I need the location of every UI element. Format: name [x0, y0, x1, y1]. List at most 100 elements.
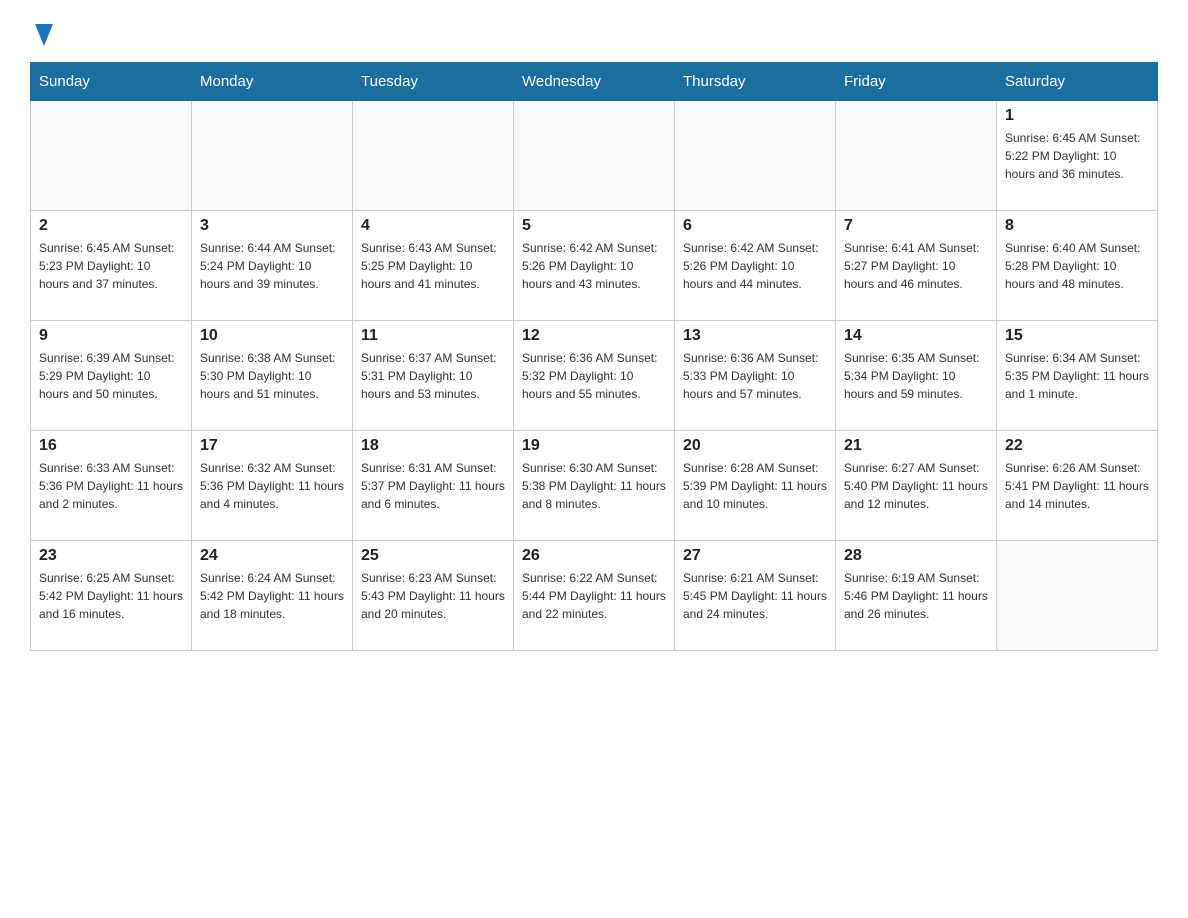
- day-info: Sunrise: 6:28 AM Sunset: 5:39 PM Dayligh…: [683, 459, 827, 513]
- day-number: 13: [683, 327, 827, 345]
- calendar-week-row: 23Sunrise: 6:25 AM Sunset: 5:42 PM Dayli…: [31, 541, 1158, 651]
- calendar-cell: 18 Sunrise: 6:31 AM Sunset: 5:37 PM Dayli…: [353, 431, 514, 541]
- day-header-tuesday: Tuesday: [353, 63, 514, 101]
- calendar-cell: [836, 101, 997, 211]
- day-number: 19: [522, 437, 666, 455]
- day-number: 24: [200, 547, 344, 565]
- calendar-cell: 23Sunrise: 6:25 AM Sunset: 5:42 PM Dayli…: [31, 541, 192, 651]
- day-number: 22: [1005, 437, 1149, 455]
- calendar-cell: 5Sunrise: 6:42 AM Sunset: 5:26 PM Daylig…: [514, 211, 675, 321]
- day-number: 26: [522, 547, 666, 565]
- day-header-wednesday: Wednesday: [514, 63, 675, 101]
- day-header-monday: Monday: [192, 63, 353, 101]
- calendar-week-row: 1 Sunrise: 6:45 AM Sunset: 5:22 PM Daylig…: [31, 101, 1158, 211]
- calendar-week-row: 2 Sunrise: 6:45 AM Sunset: 5:23 PM Daylig…: [31, 211, 1158, 321]
- day-number: 28: [844, 547, 988, 565]
- calendar-cell: 27Sunrise: 6:21 AM Sunset: 5:45 PM Dayli…: [675, 541, 836, 651]
- day-number: 14: [844, 327, 988, 345]
- day-number: 17: [200, 437, 344, 455]
- day-info: Sunrise: 6:26 AM Sunset: 5:41 PM Dayligh…: [1005, 459, 1149, 513]
- calendar-cell: 24 Sunrise: 6:24 AM Sunset: 5:42 PM Dayli…: [192, 541, 353, 651]
- day-info: Sunrise: 6:36 AM Sunset: 5:32 PM Dayligh…: [522, 349, 666, 403]
- calendar-cell: 15 Sunrise: 6:34 AM Sunset: 5:35 PM Dayli…: [997, 321, 1158, 431]
- calendar-cell: 14 Sunrise: 6:35 AM Sunset: 5:34 PM Dayli…: [836, 321, 997, 431]
- day-info: Sunrise: 6:38 AM Sunset: 5:30 PM Dayligh…: [200, 349, 344, 403]
- day-info: Sunrise: 6:32 AM Sunset: 5:36 PM Dayligh…: [200, 459, 344, 513]
- calendar-cell: 11 Sunrise: 6:37 AM Sunset: 5:31 PM Dayli…: [353, 321, 514, 431]
- day-number: 16: [39, 437, 183, 455]
- calendar-cell: 21 Sunrise: 6:27 AM Sunset: 5:40 PM Dayli…: [836, 431, 997, 541]
- logo-arrow-icon: [32, 20, 53, 48]
- day-number: 12: [522, 327, 666, 345]
- day-info: Sunrise: 6:22 AM Sunset: 5:44 PM Dayligh…: [522, 569, 666, 623]
- day-info: Sunrise: 6:41 AM Sunset: 5:27 PM Dayligh…: [844, 239, 988, 293]
- logo: [30, 20, 54, 44]
- day-header-thursday: Thursday: [675, 63, 836, 101]
- day-info: Sunrise: 6:44 AM Sunset: 5:24 PM Dayligh…: [200, 239, 344, 293]
- day-info: Sunrise: 6:45 AM Sunset: 5:23 PM Dayligh…: [39, 239, 183, 293]
- day-number: 10: [200, 327, 344, 345]
- day-header-friday: Friday: [836, 63, 997, 101]
- day-info: Sunrise: 6:19 AM Sunset: 5:46 PM Dayligh…: [844, 569, 988, 623]
- calendar-cell: 9 Sunrise: 6:39 AM Sunset: 5:29 PM Daylig…: [31, 321, 192, 431]
- calendar-cell: 13 Sunrise: 6:36 AM Sunset: 5:33 PM Dayli…: [675, 321, 836, 431]
- calendar-cell: 19Sunrise: 6:30 AM Sunset: 5:38 PM Dayli…: [514, 431, 675, 541]
- day-number: 18: [361, 437, 505, 455]
- day-info: Sunrise: 6:45 AM Sunset: 5:22 PM Dayligh…: [1005, 129, 1149, 183]
- calendar-cell: [31, 101, 192, 211]
- calendar-cell: 8 Sunrise: 6:40 AM Sunset: 5:28 PM Daylig…: [997, 211, 1158, 321]
- calendar-cell: 7Sunrise: 6:41 AM Sunset: 5:27 PM Daylig…: [836, 211, 997, 321]
- calendar-cell: 12 Sunrise: 6:36 AM Sunset: 5:32 PM Dayli…: [514, 321, 675, 431]
- page-header: [30, 20, 1158, 44]
- day-number: 20: [683, 437, 827, 455]
- day-info: Sunrise: 6:39 AM Sunset: 5:29 PM Dayligh…: [39, 349, 183, 403]
- calendar-cell: 25 Sunrise: 6:23 AM Sunset: 5:43 PM Dayli…: [353, 541, 514, 651]
- day-info: Sunrise: 6:35 AM Sunset: 5:34 PM Dayligh…: [844, 349, 988, 403]
- calendar-week-row: 16 Sunrise: 6:33 AM Sunset: 5:36 PM Dayli…: [31, 431, 1158, 541]
- calendar-cell: 22 Sunrise: 6:26 AM Sunset: 5:41 PM Dayli…: [997, 431, 1158, 541]
- calendar-cell: 17 Sunrise: 6:32 AM Sunset: 5:36 PM Dayli…: [192, 431, 353, 541]
- calendar-cell: 2 Sunrise: 6:45 AM Sunset: 5:23 PM Daylig…: [31, 211, 192, 321]
- day-info: Sunrise: 6:33 AM Sunset: 5:36 PM Dayligh…: [39, 459, 183, 513]
- calendar-cell: 28 Sunrise: 6:19 AM Sunset: 5:46 PM Dayli…: [836, 541, 997, 651]
- day-info: Sunrise: 6:36 AM Sunset: 5:33 PM Dayligh…: [683, 349, 827, 403]
- day-info: Sunrise: 6:37 AM Sunset: 5:31 PM Dayligh…: [361, 349, 505, 403]
- day-info: Sunrise: 6:31 AM Sunset: 5:37 PM Dayligh…: [361, 459, 505, 513]
- calendar-cell: 3 Sunrise: 6:44 AM Sunset: 5:24 PM Daylig…: [192, 211, 353, 321]
- calendar-cell: 20 Sunrise: 6:28 AM Sunset: 5:39 PM Dayli…: [675, 431, 836, 541]
- day-number: 8: [1005, 217, 1149, 235]
- day-header-saturday: Saturday: [997, 63, 1158, 101]
- day-number: 15: [1005, 327, 1149, 345]
- day-info: Sunrise: 6:42 AM Sunset: 5:26 PM Dayligh…: [522, 239, 666, 293]
- calendar-week-row: 9 Sunrise: 6:39 AM Sunset: 5:29 PM Daylig…: [31, 321, 1158, 431]
- day-number: 1: [1005, 107, 1149, 125]
- day-info: Sunrise: 6:40 AM Sunset: 5:28 PM Dayligh…: [1005, 239, 1149, 293]
- calendar-cell: 1 Sunrise: 6:45 AM Sunset: 5:22 PM Daylig…: [997, 101, 1158, 211]
- calendar-cell: [353, 101, 514, 211]
- day-number: 11: [361, 327, 505, 345]
- day-info: Sunrise: 6:24 AM Sunset: 5:42 PM Dayligh…: [200, 569, 344, 623]
- calendar-cell: [675, 101, 836, 211]
- day-info: Sunrise: 6:34 AM Sunset: 5:35 PM Dayligh…: [1005, 349, 1149, 403]
- calendar-cell: 16 Sunrise: 6:33 AM Sunset: 5:36 PM Dayli…: [31, 431, 192, 541]
- calendar-cell: [514, 101, 675, 211]
- day-number: 23: [39, 547, 183, 565]
- day-info: Sunrise: 6:43 AM Sunset: 5:25 PM Dayligh…: [361, 239, 505, 293]
- day-number: 25: [361, 547, 505, 565]
- calendar-cell: 4 Sunrise: 6:43 AM Sunset: 5:25 PM Daylig…: [353, 211, 514, 321]
- calendar-cell: [192, 101, 353, 211]
- day-number: 6: [683, 217, 827, 235]
- day-info: Sunrise: 6:21 AM Sunset: 5:45 PM Dayligh…: [683, 569, 827, 623]
- day-number: 3: [200, 217, 344, 235]
- day-number: 4: [361, 217, 505, 235]
- day-info: Sunrise: 6:27 AM Sunset: 5:40 PM Dayligh…: [844, 459, 988, 513]
- day-info: Sunrise: 6:42 AM Sunset: 5:26 PM Dayligh…: [683, 239, 827, 293]
- calendar-header-row: SundayMondayTuesdayWednesdayThursdayFrid…: [31, 63, 1158, 101]
- day-number: 21: [844, 437, 988, 455]
- calendar-cell: 26 Sunrise: 6:22 AM Sunset: 5:44 PM Dayli…: [514, 541, 675, 651]
- day-number: 9: [39, 327, 183, 345]
- calendar-table: SundayMondayTuesdayWednesdayThursdayFrid…: [30, 62, 1158, 651]
- day-info: Sunrise: 6:23 AM Sunset: 5:43 PM Dayligh…: [361, 569, 505, 623]
- calendar-cell: 6 Sunrise: 6:42 AM Sunset: 5:26 PM Daylig…: [675, 211, 836, 321]
- day-number: 2: [39, 217, 183, 235]
